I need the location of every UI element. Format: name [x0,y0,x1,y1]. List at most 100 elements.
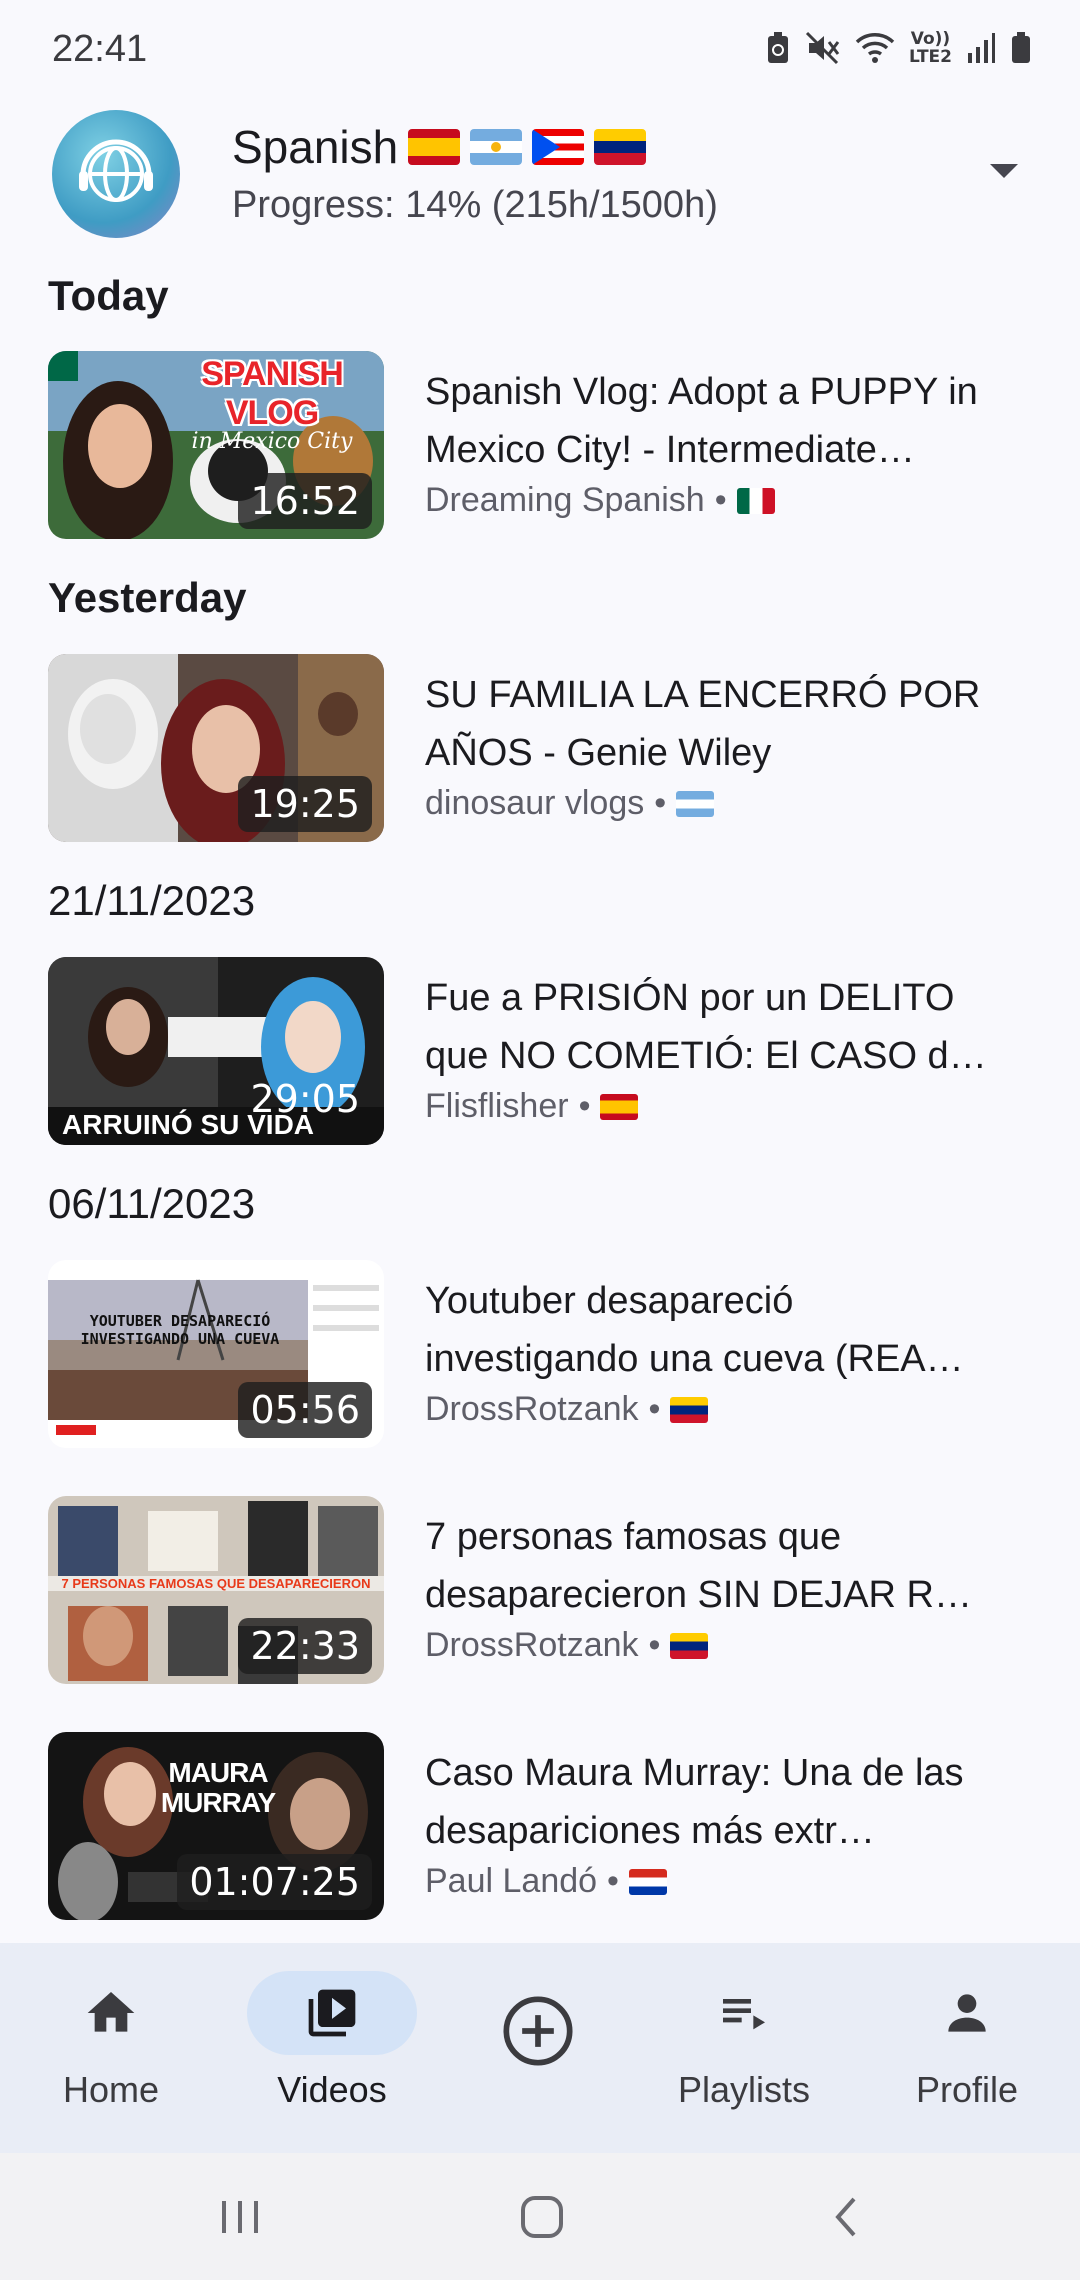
nav-icon-container [659,1971,829,2055]
video-channel: DrossRotzank • [425,1626,709,1665]
thumbnail-text: SPANISH VLOG [201,355,344,432]
home-icon [87,1992,135,2032]
channel-name: DrossRotzank [425,1626,639,1664]
video-duration: 22:33 [238,1618,372,1674]
separator-dot: • [714,481,727,519]
language-selector[interactable]: Spanish [232,120,647,174]
separator-dot: • [648,1390,661,1428]
channel-name: dinosaur vlogs [425,784,645,822]
video-title[interactable]: 7 personas famosas que desaparecieron SI… [425,1508,995,1624]
video-thumbnail[interactable]: YOUTUBER DESAPARECIÓ INVESTIGANDO UNA CU… [48,1260,384,1448]
video-title[interactable]: Spanish Vlog: Adopt a PUPPY in Mexico Ci… [425,363,995,479]
channel-name: Flisflisher [425,1087,569,1125]
video-item[interactable]: 19:25 SU FAMILIA LA ENCERRÓ POR AÑOS - G… [0,654,1080,844]
recent-apps-button[interactable] [200,2187,280,2247]
video-title[interactable]: SU FAMILIA LA ENCERRÓ POR AÑOS - Genie W… [425,666,995,782]
nav-home[interactable]: Home [11,1971,211,2111]
nav-profile[interactable]: Profile [867,1971,1067,2111]
thumbnail-caption: SPANISH VLOG in Mexico City [160,355,384,454]
separator-dot: • [607,1862,619,1900]
nav-videos[interactable]: Videos [232,1971,432,2111]
video-duration: 16:52 [238,473,372,529]
paraguay-flag [628,1868,667,1895]
wifi-icon [855,33,895,63]
video-thumbnail[interactable]: 19:25 [48,654,384,842]
video-thumbnail[interactable]: MAURA MURRAY 01:07:25 [48,1732,384,1920]
video-channel: dinosaur vlogs • [425,784,715,823]
nav-playlists[interactable]: Playlists [644,1971,844,2111]
thumbnail-subtext: in Mexico City [191,429,353,454]
thumbnail-text: 7 PERSONAS FAMOSAS QUE DESAPARECIERON [48,1576,384,1591]
nav-label: Videos [277,2069,387,2110]
separator-dot: • [648,1626,661,1664]
video-channel: Flisflisher • [425,1087,639,1126]
nav-add[interactable] [438,1971,638,2105]
video-channel: Paul Landó • [425,1862,667,1901]
battery-saver-icon [767,32,788,63]
thumbnail-caption: MAURA MURRAY [158,1758,278,1818]
signal-icon [968,33,995,63]
channel-name: Paul Landó [425,1862,598,1900]
channel-name: Dreaming Spanish [425,481,705,519]
video-channel: DrossRotzank • [425,1390,709,1429]
lte-label: LTE2 [908,47,952,67]
language-name: Spanish [232,121,399,173]
dropdown-arrow-icon[interactable] [990,164,1018,178]
add-circle-icon [503,1996,573,2066]
back-chevron-icon [835,2197,856,2237]
puerto-rico-flag [532,129,585,165]
video-item[interactable]: 7 PERSONAS FAMOSAS QUE DESAPARECIERON 22… [0,1496,1080,1686]
bottom-navigation: Home Videos Playlists Profile [0,1943,1080,2153]
thumbnail-subtext: MURRAY [160,1787,276,1818]
separator-dot: • [578,1087,591,1125]
video-duration: 19:25 [238,776,372,832]
status-icons: Vo)) LTE2 [765,30,1032,66]
date-heading: 21/11/2023 [48,877,256,924]
volte-label: Vo)) [910,29,951,49]
mute-icon [805,31,840,65]
video-title[interactable]: Youtuber desapareció investigando una cu… [425,1272,995,1388]
video-title[interactable]: Caso Maura Murray: Una de las desaparici… [425,1744,995,1860]
home-system-button[interactable] [502,2187,582,2247]
video-channel: Dreaming Spanish • [425,481,775,520]
nav-icon-container [247,1971,417,2055]
person-icon [948,1994,986,2032]
language-avatar[interactable] [52,110,180,238]
venezuela-flag [670,1632,709,1659]
argentina-flag [470,129,523,165]
argentina-flag [676,790,715,817]
video-duration: 01:07:25 [177,1854,372,1910]
video-item[interactable]: ARRUINÓ SU VIDA 29:05 Fue a PRISIÓN por … [0,957,1080,1147]
thumbnail-text: YOUTUBER DESAPARECIÓ [89,1312,271,1330]
video-thumbnail[interactable]: SPANISH VLOG in Mexico City 16:52 [48,351,384,539]
thumbnail-subtext: INVESTIGANDO UNA CUEVA [80,1330,280,1348]
nav-icon-container [882,1971,1052,2055]
status-bar: 22:41 Vo)) LTE2 [0,0,1080,104]
venezuela-flag [594,129,647,165]
video-thumbnail[interactable]: ARRUINÓ SU VIDA 29:05 [48,957,384,1145]
video-library-icon [308,1989,356,2037]
video-item[interactable]: YOUTUBER DESAPARECIÓ INVESTIGANDO UNA CU… [0,1260,1080,1450]
nav-label: Playlists [677,2069,811,2110]
playlist-icon [723,1999,765,2030]
thumbnail-caption: YOUTUBER DESAPARECIÓ INVESTIGANDO UNA CU… [52,1312,308,1348]
video-item[interactable]: MAURA MURRAY 01:07:25 Caso Maura Murray:… [0,1732,1080,1922]
recent-apps-icon [222,2201,258,2233]
video-title[interactable]: Fue a PRISIÓN por un DELITO que NO COMET… [425,969,995,1085]
date-heading: Yesterday [48,574,247,621]
video-item[interactable]: SPANISH VLOG in Mexico City 16:52 Spanis… [0,351,1080,541]
battery-icon [1012,32,1030,63]
video-thumbnail[interactable]: 7 PERSONAS FAMOSAS QUE DESAPARECIERON 22… [48,1496,384,1684]
thumbnail-text: MAURA [168,1757,268,1788]
lte-indicator: Vo)) LTE2 [909,30,952,66]
date-heading: Today [48,272,169,319]
nav-icon-container [453,1971,623,2091]
status-time: 22:41 [52,28,148,70]
mexico-flag [736,487,775,514]
language-progress: Progress: 14% (215h/1500h) [232,184,718,226]
spain-flag [408,129,461,165]
home-circle-icon [521,2196,563,2238]
globe-headphones-icon [79,139,153,202]
separator-dot: • [654,784,667,822]
back-button[interactable] [805,2187,885,2247]
